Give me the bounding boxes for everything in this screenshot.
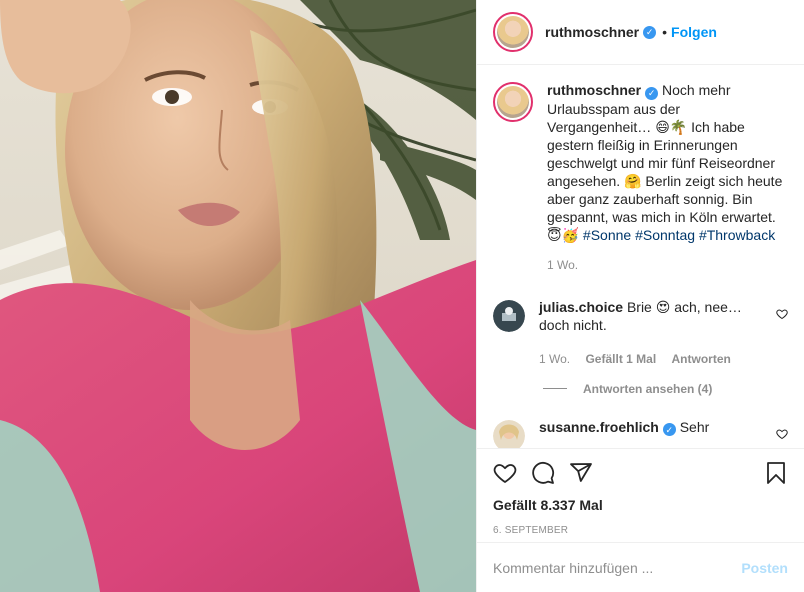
bookmark-icon[interactable] <box>764 461 788 485</box>
caption-username[interactable]: ruthmoschner <box>547 82 641 98</box>
comment-item: susanne.froehlich ✓ Sehr <box>493 418 788 449</box>
comment-input[interactable] <box>493 559 742 576</box>
action-icons <box>493 459 788 487</box>
hashtag-link[interactable]: #Sonne <box>583 227 631 243</box>
comment-item: julias.choice Brie 😍 ach, nee… doch nich… <box>493 298 788 368</box>
add-comment-bar: Posten <box>477 542 804 592</box>
heart-icon[interactable] <box>493 461 517 485</box>
commenter-avatar[interactable] <box>493 299 525 332</box>
post-date[interactable]: 6. SEPTEMBER <box>493 525 788 536</box>
post-actions: Gefällt 8.337 Mal 6. SEPTEMBER <box>477 448 804 542</box>
comment-age[interactable]: 1 Wo. <box>539 352 570 366</box>
like-comment-heart-icon[interactable] <box>776 428 788 440</box>
comment-text: Sehr <box>679 418 710 435</box>
header-separator: • <box>662 24 668 40</box>
comment-body: susanne.froehlich ✓ Sehr <box>539 418 710 436</box>
like-comment-heart-icon[interactable] <box>776 308 788 320</box>
verified-badge-icon: ✓ <box>662 423 676 436</box>
caption-body: ruthmoschner ✓ Noch mehr Urlaubsspam aus … <box>547 81 788 274</box>
caption-meta: 1 Wo. <box>547 256 788 274</box>
verified-badge-icon: ✓ <box>645 86 659 100</box>
comment-meta: 1 Wo. Gefällt 1 Mal Antworten <box>539 350 776 368</box>
post-header: ruthmoschner ✓ • Folgen <box>477 0 804 65</box>
comment-username[interactable]: susanne.froehlich <box>539 419 659 435</box>
caption-item: ruthmoschner ✓ Noch mehr Urlaubsspam aus … <box>493 81 788 274</box>
comment-likes[interactable]: Gefällt 1 Mal <box>585 352 656 366</box>
hashtag-link[interactable]: #Throwback <box>699 227 775 243</box>
caption-age[interactable]: 1 Wo. <box>547 258 578 272</box>
comment-icon[interactable] <box>531 461 555 485</box>
commenter-avatar[interactable] <box>493 419 525 449</box>
author-avatar[interactable] <box>493 12 533 52</box>
follow-button[interactable]: Folgen <box>671 24 717 40</box>
share-icon[interactable] <box>569 461 593 485</box>
view-replies-button[interactable]: Antworten ansehen (4) <box>543 382 788 396</box>
post-photo[interactable] <box>0 0 476 592</box>
post-comment-button[interactable]: Posten <box>741 560 788 576</box>
comments-list[interactable]: ruthmoschner ✓ Noch mehr Urlaubsspam aus … <box>477 65 804 448</box>
view-replies-label: Antworten ansehen (4) <box>583 381 713 396</box>
comment-username[interactable]: julias.choice <box>539 299 623 315</box>
hashtag-link[interactable]: #Sonntag <box>635 227 695 243</box>
selfie-image <box>0 0 476 592</box>
author-username[interactable]: ruthmoschner <box>545 24 639 40</box>
post-side-panel: ruthmoschner ✓ • Folgen ruthmoschner ✓ No… <box>476 0 804 592</box>
reply-button[interactable]: Antworten <box>672 352 731 366</box>
instagram-post: ruthmoschner ✓ • Folgen ruthmoschner ✓ No… <box>0 0 804 592</box>
replies-divider <box>543 388 567 389</box>
comment-body: julias.choice Brie 😍 ach, nee… doch nich… <box>539 298 776 368</box>
caption-text: Noch mehr Urlaubsspam aus der Vergangenh… <box>547 82 783 243</box>
likes-count[interactable]: Gefällt 8.337 Mal <box>493 497 788 513</box>
author-avatar[interactable] <box>493 82 533 122</box>
verified-badge-icon: ✓ <box>643 25 657 39</box>
